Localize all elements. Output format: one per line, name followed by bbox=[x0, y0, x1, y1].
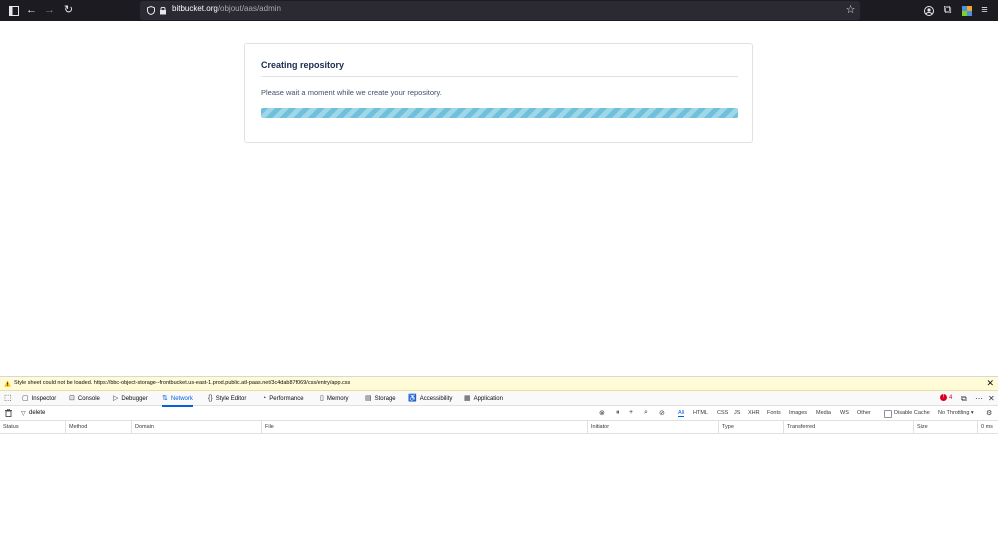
devtools-panel: Style sheet could not be loaded. https:/… bbox=[0, 376, 998, 533]
column-size[interactable]: Size bbox=[914, 421, 978, 434]
trash-icon[interactable] bbox=[5, 409, 12, 419]
more-options-icon[interactable]: ⋯ bbox=[975, 394, 983, 403]
add-icon[interactable]: + bbox=[629, 409, 633, 416]
column-status[interactable]: Status bbox=[0, 421, 66, 434]
progress-fill bbox=[261, 108, 738, 118]
error-badge[interactable]: ! 4 bbox=[940, 394, 952, 401]
gear-icon[interactable]: ⚙ bbox=[986, 409, 992, 417]
column-method[interactable]: Method bbox=[66, 421, 132, 434]
error-count: 4 bbox=[949, 394, 953, 401]
type-filter-xhr[interactable]: XHR bbox=[748, 410, 760, 416]
card-title: Creating repository bbox=[261, 60, 345, 70]
tab-label: Accessibility bbox=[419, 396, 453, 402]
type-filter-ws[interactable]: WS bbox=[840, 410, 849, 416]
type-filter-css[interactable]: CSS bbox=[717, 410, 728, 416]
forward-arrow-icon[interactable]: → bbox=[42, 3, 57, 18]
warning-icon bbox=[4, 380, 11, 387]
type-filter-media[interactable]: Media bbox=[816, 410, 831, 416]
disable-cache-label: Disable Cache bbox=[894, 410, 930, 416]
tab-inspector[interactable]: ▢ Inspector bbox=[22, 393, 56, 405]
reload-icon[interactable]: ↻ bbox=[61, 3, 76, 18]
extensions-icon[interactable]: ⧉ bbox=[940, 3, 955, 18]
url-bar[interactable]: bitbucket.org/objout/aas/admin ☆ bbox=[140, 1, 860, 20]
tab-label: Debugger bbox=[121, 396, 148, 402]
debugger-icon: ▷ bbox=[113, 395, 119, 402]
extension-app-icon[interactable] bbox=[959, 3, 974, 18]
sidebar-toggle-icon[interactable] bbox=[6, 3, 21, 18]
tab-label: Application bbox=[473, 396, 503, 402]
tab-label: Style Editor bbox=[215, 396, 247, 402]
type-filter-fonts[interactable]: Fonts bbox=[767, 410, 781, 416]
tab-label: Memory bbox=[326, 396, 349, 402]
column-domain[interactable]: Domain bbox=[132, 421, 262, 434]
tab-label: Console bbox=[77, 396, 100, 402]
column-type[interactable]: Type bbox=[719, 421, 784, 434]
memory-icon: ▯ bbox=[320, 395, 324, 402]
tab-storage[interactable]: ▤ Storage bbox=[365, 393, 396, 405]
search-icon[interactable]: ⌕ bbox=[644, 409, 648, 417]
type-filter-html[interactable]: HTML bbox=[693, 410, 708, 416]
block-icon[interactable]: ⊘ bbox=[659, 409, 665, 417]
style-editor-icon: {} bbox=[208, 395, 213, 402]
close-devtools-icon[interactable]: ✕ bbox=[988, 394, 995, 403]
wait-message: Please wait a moment while we create you… bbox=[261, 88, 442, 97]
throttling-select[interactable]: No Throttling ▾ bbox=[938, 410, 974, 416]
tab-accessibility[interactable]: ♿ Accessibility bbox=[408, 393, 452, 405]
close-icon[interactable]: ✕ bbox=[986, 378, 994, 389]
creating-repository-card: Creating repository Please wait a moment… bbox=[244, 43, 753, 143]
divider bbox=[261, 76, 738, 77]
tab-performance[interactable]: ◔ Performance bbox=[262, 393, 304, 405]
accessibility-icon: ♿ bbox=[408, 395, 417, 402]
application-icon: ▦ bbox=[464, 395, 471, 402]
clear-filter-icon[interactable]: ⊗ bbox=[599, 409, 605, 417]
page-content: Creating repository Please wait a moment… bbox=[0, 21, 998, 376]
column-initiator[interactable]: Initiator bbox=[588, 421, 719, 434]
menu-icon[interactable]: ≡ bbox=[977, 3, 992, 18]
bookmark-star-icon[interactable]: ☆ bbox=[843, 3, 858, 18]
url-text: bitbucket.org/objout/aas/admin bbox=[172, 4, 281, 13]
column-file[interactable]: File bbox=[262, 421, 588, 434]
type-filter-images[interactable]: Images bbox=[789, 410, 807, 416]
account-icon[interactable] bbox=[921, 3, 936, 18]
column-timing[interactable]: 0 ms bbox=[978, 421, 998, 434]
disable-cache-checkbox[interactable] bbox=[884, 410, 892, 418]
tab-label: Storage bbox=[374, 396, 396, 402]
column-transferred[interactable]: Transferred bbox=[784, 421, 914, 434]
tab-console[interactable]: ⊡ Console bbox=[69, 393, 100, 405]
tab-memory[interactable]: ▯ Memory bbox=[320, 393, 349, 405]
network-icon: ⇅ bbox=[162, 395, 168, 402]
progress-bar bbox=[261, 108, 738, 118]
dock-icon[interactable]: ⧉ bbox=[961, 394, 967, 404]
console-icon: ⊡ bbox=[69, 395, 75, 402]
tab-application[interactable]: ▦ Application bbox=[464, 393, 503, 405]
url-path: /objout/aas/admin bbox=[217, 4, 281, 13]
stylesheet-warning: Style sheet could not be loaded. https:/… bbox=[0, 377, 998, 391]
url-domain: bitbucket.org bbox=[172, 4, 218, 13]
tab-label: Inspector bbox=[31, 396, 57, 402]
throttling-value: No Throttling bbox=[938, 410, 970, 416]
tab-label: Performance bbox=[269, 396, 304, 402]
tab-debugger[interactable]: ▷ Debugger bbox=[113, 393, 148, 405]
inspector-icon: ▢ bbox=[22, 395, 29, 402]
tab-style-editor[interactable]: {} Style Editor bbox=[208, 393, 246, 405]
pause-icon[interactable]: ⏸ bbox=[616, 409, 620, 417]
browser-toolbar: ← → ↻ bitbucket.org/objout/aas/admin ☆ ⧉… bbox=[0, 0, 998, 21]
warning-text: Style sheet could not be loaded. https:/… bbox=[14, 380, 351, 386]
filter-icon: ▽ bbox=[21, 411, 26, 417]
tab-network[interactable]: ⇅ Network bbox=[162, 393, 193, 407]
devtools-tab-bar: ⬚ ▢ Inspector ⊡ Console ▷ Debugger ⇅ Network… bbox=[0, 391, 998, 407]
tab-label: Network bbox=[170, 396, 193, 402]
network-filter-bar: ▽ delete ⊗ ⏸ + ⌕ ⊘ All HTML CSS JS XHR F… bbox=[0, 406, 998, 421]
element-picker-icon[interactable]: ⬚ bbox=[4, 393, 12, 402]
lock-icon[interactable] bbox=[155, 3, 170, 18]
storage-icon: ▤ bbox=[365, 395, 372, 402]
type-filter-all[interactable]: All bbox=[678, 410, 685, 417]
back-arrow-icon[interactable]: ← bbox=[24, 3, 39, 18]
network-table-header: Status Method Domain File Initiator Type… bbox=[0, 421, 998, 434]
error-icon: ! bbox=[940, 394, 947, 401]
filter-input[interactable]: delete bbox=[29, 410, 45, 416]
type-filter-other[interactable]: Other bbox=[857, 410, 871, 416]
performance-icon: ◔ bbox=[262, 395, 267, 402]
type-filter-js[interactable]: JS bbox=[734, 410, 740, 416]
